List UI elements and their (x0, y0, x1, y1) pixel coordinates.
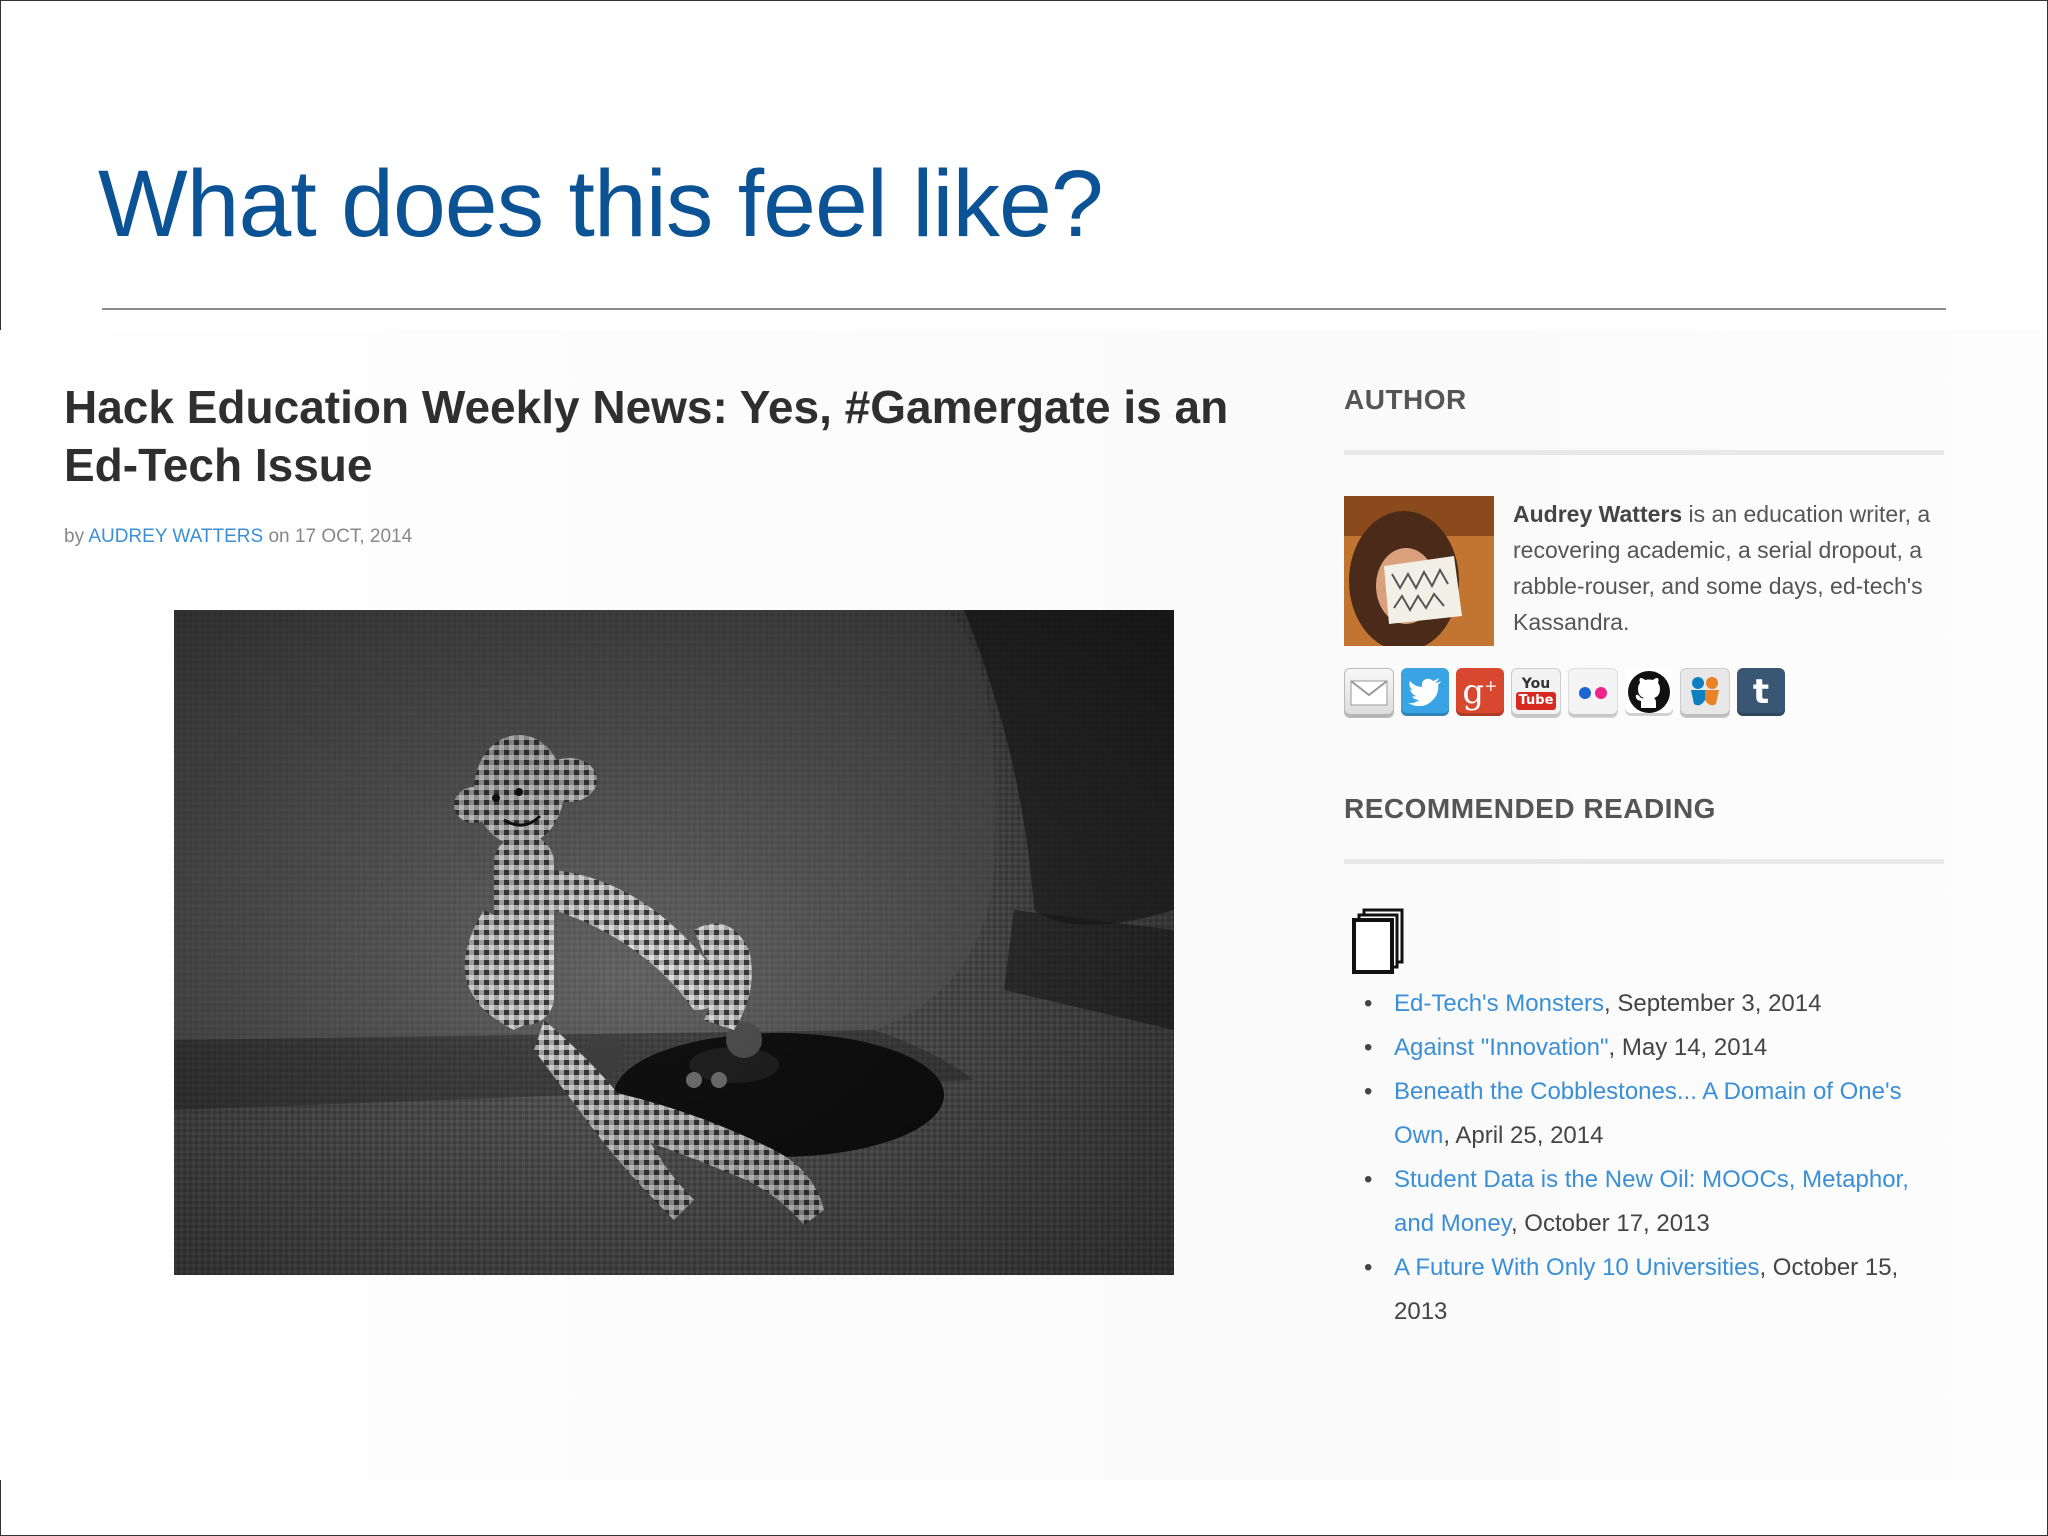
author-name[interactable]: Audrey Watters (1513, 501, 1682, 527)
reading-date: , October 17, 2013 (1510, 1210, 1710, 1237)
book-icon (1352, 908, 1404, 974)
tumblr-icon[interactable]: t (1737, 668, 1785, 716)
recommended-reading-list: • Ed-Tech's Monsters, September 3, 2014 •… (1364, 982, 1924, 1334)
twitter-icon[interactable] (1401, 668, 1449, 716)
author-divider (1344, 450, 1944, 455)
recommended-reading-heading: RECOMMENDED READING (1344, 793, 1716, 824)
avatar[interactable] (1344, 496, 1494, 646)
title-divider (102, 308, 1946, 310)
author-bio: Audrey Watters is an education writer, a… (1513, 496, 1953, 640)
google-plus-icon[interactable]: g + (1456, 668, 1504, 716)
slide-title: What does this feel like? (98, 151, 1104, 257)
reading-date: , May 14, 2014 (1608, 1034, 1768, 1061)
list-item: • A Future With Only 10 Universities, Oct… (1364, 1254, 1899, 1325)
reading-link[interactable]: Against "Innovation" (1394, 1034, 1609, 1061)
github-icon[interactable] (1625, 668, 1673, 716)
list-item: • Ed-Tech's Monsters, September 3, 2014 (1364, 990, 1822, 1017)
byline-date: 17 OCT, 2014 (294, 526, 413, 547)
slideshare-icon[interactable] (1680, 668, 1730, 718)
byline-author-link[interactable]: AUDREY WATTERS (88, 526, 263, 547)
flickr-icon[interactable] (1568, 668, 1618, 718)
email-icon[interactable] (1344, 668, 1394, 718)
reading-link[interactable]: A Future With Only 10 Universities (1394, 1254, 1759, 1281)
byline-on: on (268, 526, 290, 547)
hero-image (174, 610, 1174, 1275)
recommended-divider (1344, 859, 1944, 864)
youtube-icon[interactable]: You Tube (1511, 668, 1561, 718)
post-title[interactable]: Hack Education Weekly News: Yes, #Gamerg… (64, 378, 1314, 494)
list-item: • Student Data is the New Oil: MOOCs, Met… (1364, 1166, 1909, 1237)
reading-date: , September 3, 2014 (1604, 990, 1822, 1017)
byline-by: by (64, 526, 85, 547)
reading-link[interactable]: Ed-Tech's Monsters (1394, 990, 1604, 1017)
author-heading: AUTHOR (1344, 384, 1467, 415)
list-item: • Against "Innovation", May 14, 2014 (1364, 1034, 1768, 1061)
social-icons: g + You Tube t (1344, 668, 1785, 718)
list-item: • Beneath the Cobblestones... A Domain of… (1364, 1078, 1902, 1149)
post-byline: by AUDREY WATTERS on 17 OCT, 2014 (64, 526, 412, 548)
author-photo-image (1344, 496, 1494, 646)
sock-monkey-photo (174, 610, 1174, 1275)
reading-date: , April 25, 2014 (1443, 1122, 1604, 1149)
